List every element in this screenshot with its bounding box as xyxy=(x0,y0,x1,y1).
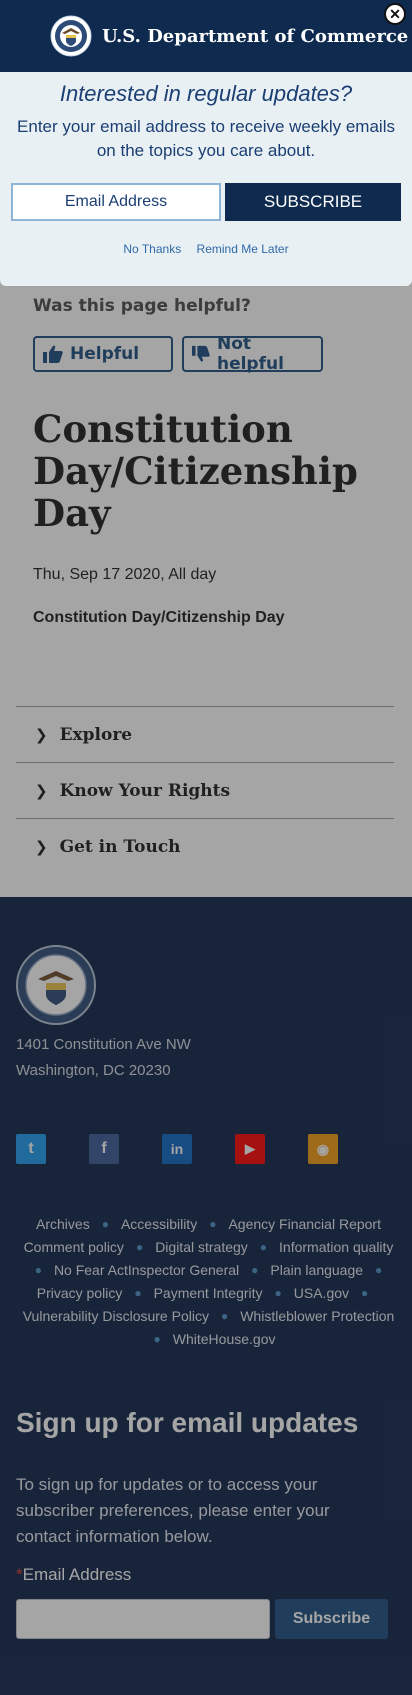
popup-subscribe-button[interactable]: SUBSCRIBE xyxy=(225,183,401,221)
event-date: Thu, Sep 17 2020, All day xyxy=(33,566,217,583)
close-popup-button[interactable]: ✕ xyxy=(384,3,406,25)
footer-link-whistleblower-protection[interactable]: Whistleblower Protection xyxy=(240,1306,394,1327)
accordion-label: Get in Touch xyxy=(59,836,181,857)
accordion-label: Know Your Rights xyxy=(59,780,231,801)
required-marker: * xyxy=(16,1565,23,1584)
thumbs-down-icon xyxy=(192,345,210,362)
no-thanks-link[interactable]: No Thanks xyxy=(123,242,181,256)
footer-link-agency-financial-report[interactable]: Agency Financial Report xyxy=(228,1214,381,1235)
signup-email-label-text: Email Address xyxy=(22,1565,132,1584)
popup-subtext: Enter your email address to receive week… xyxy=(17,117,395,160)
footer-link-archives[interactable]: Archives xyxy=(36,1214,90,1235)
signup-email-input[interactable] xyxy=(16,1599,270,1639)
popup-email-input[interactable] xyxy=(11,183,221,221)
chevron-right-icon: ❯ xyxy=(35,725,48,744)
event-title: Constitution Day/Citizenship Day xyxy=(33,407,358,535)
footer-link-inspector-general[interactable]: Inspector General xyxy=(128,1260,239,1281)
department-seal-icon xyxy=(50,15,92,57)
chevron-right-icon: ❯ xyxy=(35,837,48,856)
facebook-icon[interactable]: f xyxy=(89,1134,119,1164)
feedback-question: Was this page helpful? xyxy=(33,296,251,316)
popup-question: Interested in regular updates? xyxy=(59,81,353,106)
accordion-get-in-touch[interactable]: ❯ Get in Touch xyxy=(16,818,394,874)
footer-link-plain-language[interactable]: Plain language xyxy=(270,1260,363,1281)
footer-link-privacy-policy[interactable]: Privacy policy xyxy=(37,1283,123,1304)
popup-dismiss-links: No Thanks Remind Me Later xyxy=(0,242,412,256)
accordion-explore[interactable]: ❯ Explore xyxy=(16,706,394,762)
footer-link-no-fear-act[interactable]: No Fear Act xyxy=(54,1260,128,1281)
footer-links: Archives ● Accessibility ● Agency Financia… xyxy=(16,1214,401,1350)
chevron-right-icon: ❯ xyxy=(35,781,48,800)
twitter-icon[interactable]: t xyxy=(16,1134,46,1164)
accordion-know-your-rights[interactable]: ❯ Know Your Rights xyxy=(16,762,394,818)
footer-address: 1401 Constitution Ave NW Washington, DC … xyxy=(16,1032,191,1084)
thumbs-up-icon xyxy=(43,345,63,363)
footer-accordion: ❯ Explore ❯ Know Your Rights ❯ Get in To… xyxy=(0,680,412,897)
signup-subscribe-button[interactable]: Subscribe xyxy=(275,1599,388,1639)
remind-later-link[interactable]: Remind Me Later xyxy=(197,242,289,256)
not-helpful-button[interactable]: Not helpful xyxy=(182,334,323,374)
footer-link-vulnerability-disclosure[interactable]: Vulnerability Disclosure Policy xyxy=(23,1306,209,1327)
footer-link-accessibility[interactable]: Accessibility xyxy=(121,1214,197,1235)
accordion-label: Explore xyxy=(59,724,133,745)
feedback-buttons: Helpful Not helpful xyxy=(33,334,323,374)
rss-icon[interactable]: ◉ xyxy=(308,1134,338,1164)
popup-header: U.S. Department of Commerce xyxy=(0,0,412,72)
agency-name: U.S. Department of Commerce xyxy=(102,25,409,47)
footer-link-information-quality[interactable]: Information quality xyxy=(279,1237,393,1258)
not-helpful-label: Not helpful xyxy=(216,334,284,374)
popup-form: SUBSCRIBE xyxy=(11,183,401,221)
address-line-2: Washington, DC 20230 xyxy=(16,1062,171,1079)
address-line-1: 1401 Constitution Ave NW xyxy=(16,1036,191,1053)
helpful-label: Helpful xyxy=(70,344,140,364)
helpful-button[interactable]: Helpful xyxy=(33,336,173,372)
footer-link-whitehouse-gov[interactable]: WhiteHouse.gov xyxy=(173,1329,276,1350)
footer-link-usa-gov[interactable]: USA.gov xyxy=(294,1283,349,1304)
footer: 1401 Constitution Ave NW Washington, DC … xyxy=(0,897,412,1695)
email-signup-popup: U.S. Department of Commerce ✕ Interested… xyxy=(0,0,412,286)
signup-heading: Sign up for email updates xyxy=(16,1407,359,1438)
signup-email-label: *Email Address xyxy=(16,1565,131,1585)
event-description: Constitution Day/Citizenship Day xyxy=(33,609,285,626)
signup-text: To sign up for updates or to access your… xyxy=(16,1475,330,1546)
footer-link-payment-integrity[interactable]: Payment Integrity xyxy=(154,1283,263,1304)
footer-link-comment-policy[interactable]: Comment policy xyxy=(24,1237,124,1258)
linkedin-icon[interactable]: in xyxy=(162,1134,192,1164)
department-seal-icon xyxy=(16,945,96,1030)
footer-link-digital-strategy[interactable]: Digital strategy xyxy=(155,1237,248,1258)
youtube-icon[interactable]: ▶ xyxy=(235,1134,265,1164)
social-links: t f in ▶ ◉ xyxy=(16,1134,338,1164)
close-icon: ✕ xyxy=(389,6,401,22)
feedback-section: Was this page helpful? Helpful Not helpf… xyxy=(33,296,323,374)
